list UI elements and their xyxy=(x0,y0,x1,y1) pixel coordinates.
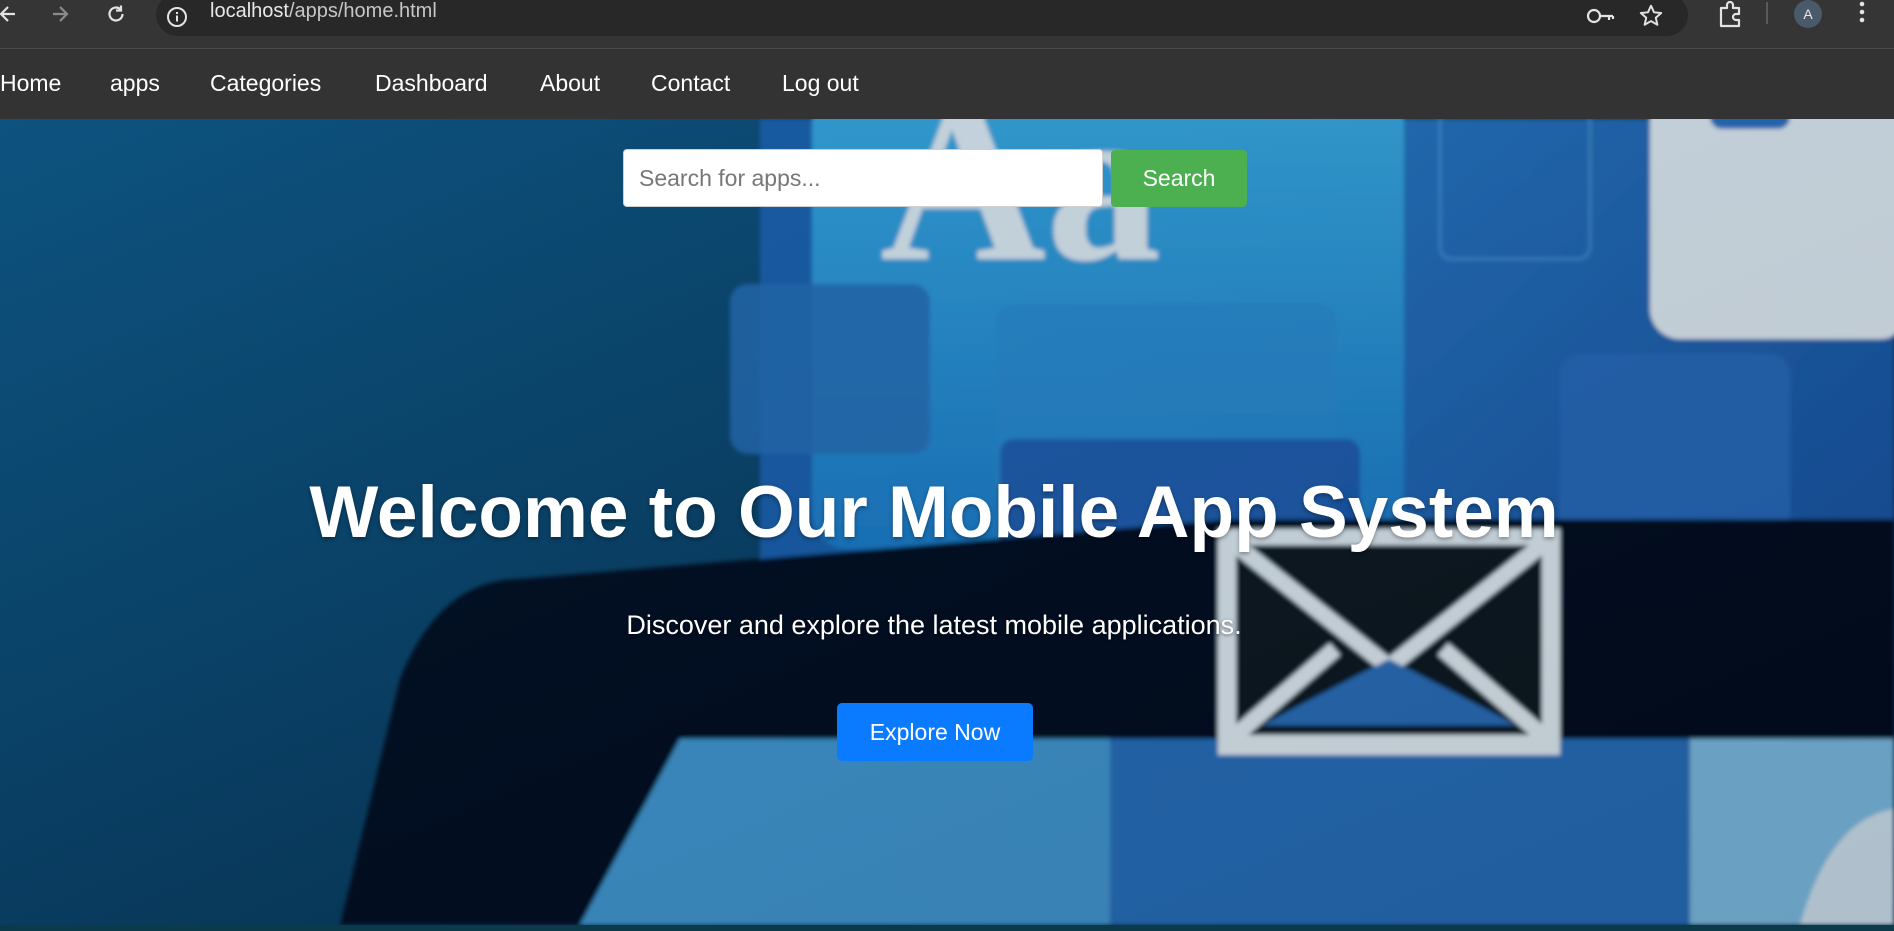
more-menu-icon[interactable] xyxy=(1850,0,1874,31)
explore-now-button[interactable]: Explore Now xyxy=(837,703,1033,761)
key-icon[interactable] xyxy=(1586,6,1616,31)
hero-section: Aa Search Welcome to Our Mobile App Syst… xyxy=(0,119,1894,925)
forward-icon[interactable] xyxy=(48,2,72,26)
page-bottom-edge xyxy=(0,925,1894,931)
hero-subtitle: Discover and explore the latest mobile a… xyxy=(626,610,1242,640)
nav-link-contact[interactable]: Contact xyxy=(651,70,730,97)
hero-title: Welcome to Our Mobile App System xyxy=(309,472,1559,553)
nav-link-dashboard[interactable]: Dashboard xyxy=(375,70,488,97)
url-path: /apps/home.html xyxy=(288,0,437,22)
profile-avatar[interactable]: A xyxy=(1794,0,1822,28)
reload-icon[interactable] xyxy=(104,2,128,26)
extensions-icon[interactable] xyxy=(1716,0,1744,33)
url-host: localhost xyxy=(210,0,289,22)
address-bar[interactable]: localhost/apps/home.html xyxy=(156,0,1688,36)
search-input[interactable] xyxy=(623,149,1103,207)
back-icon[interactable] xyxy=(0,2,20,26)
toolbar-divider xyxy=(1766,2,1768,24)
nav-link-categories[interactable]: Categories xyxy=(210,70,321,97)
star-icon[interactable] xyxy=(1638,3,1664,34)
nav-link-home[interactable]: Home xyxy=(0,70,61,97)
browser-toolbar: localhost/apps/home.html A xyxy=(0,0,1894,49)
nav-link-about[interactable]: About xyxy=(540,70,600,97)
nav-link-apps[interactable]: apps xyxy=(110,70,160,97)
main-navigation: Home apps Categories Dashboard About Con… xyxy=(0,49,1894,119)
url-text: localhost/apps/home.html xyxy=(210,0,437,23)
nav-link-logout[interactable]: Log out xyxy=(782,70,859,97)
info-icon[interactable] xyxy=(166,6,187,27)
search-button[interactable]: Search xyxy=(1111,150,1247,207)
